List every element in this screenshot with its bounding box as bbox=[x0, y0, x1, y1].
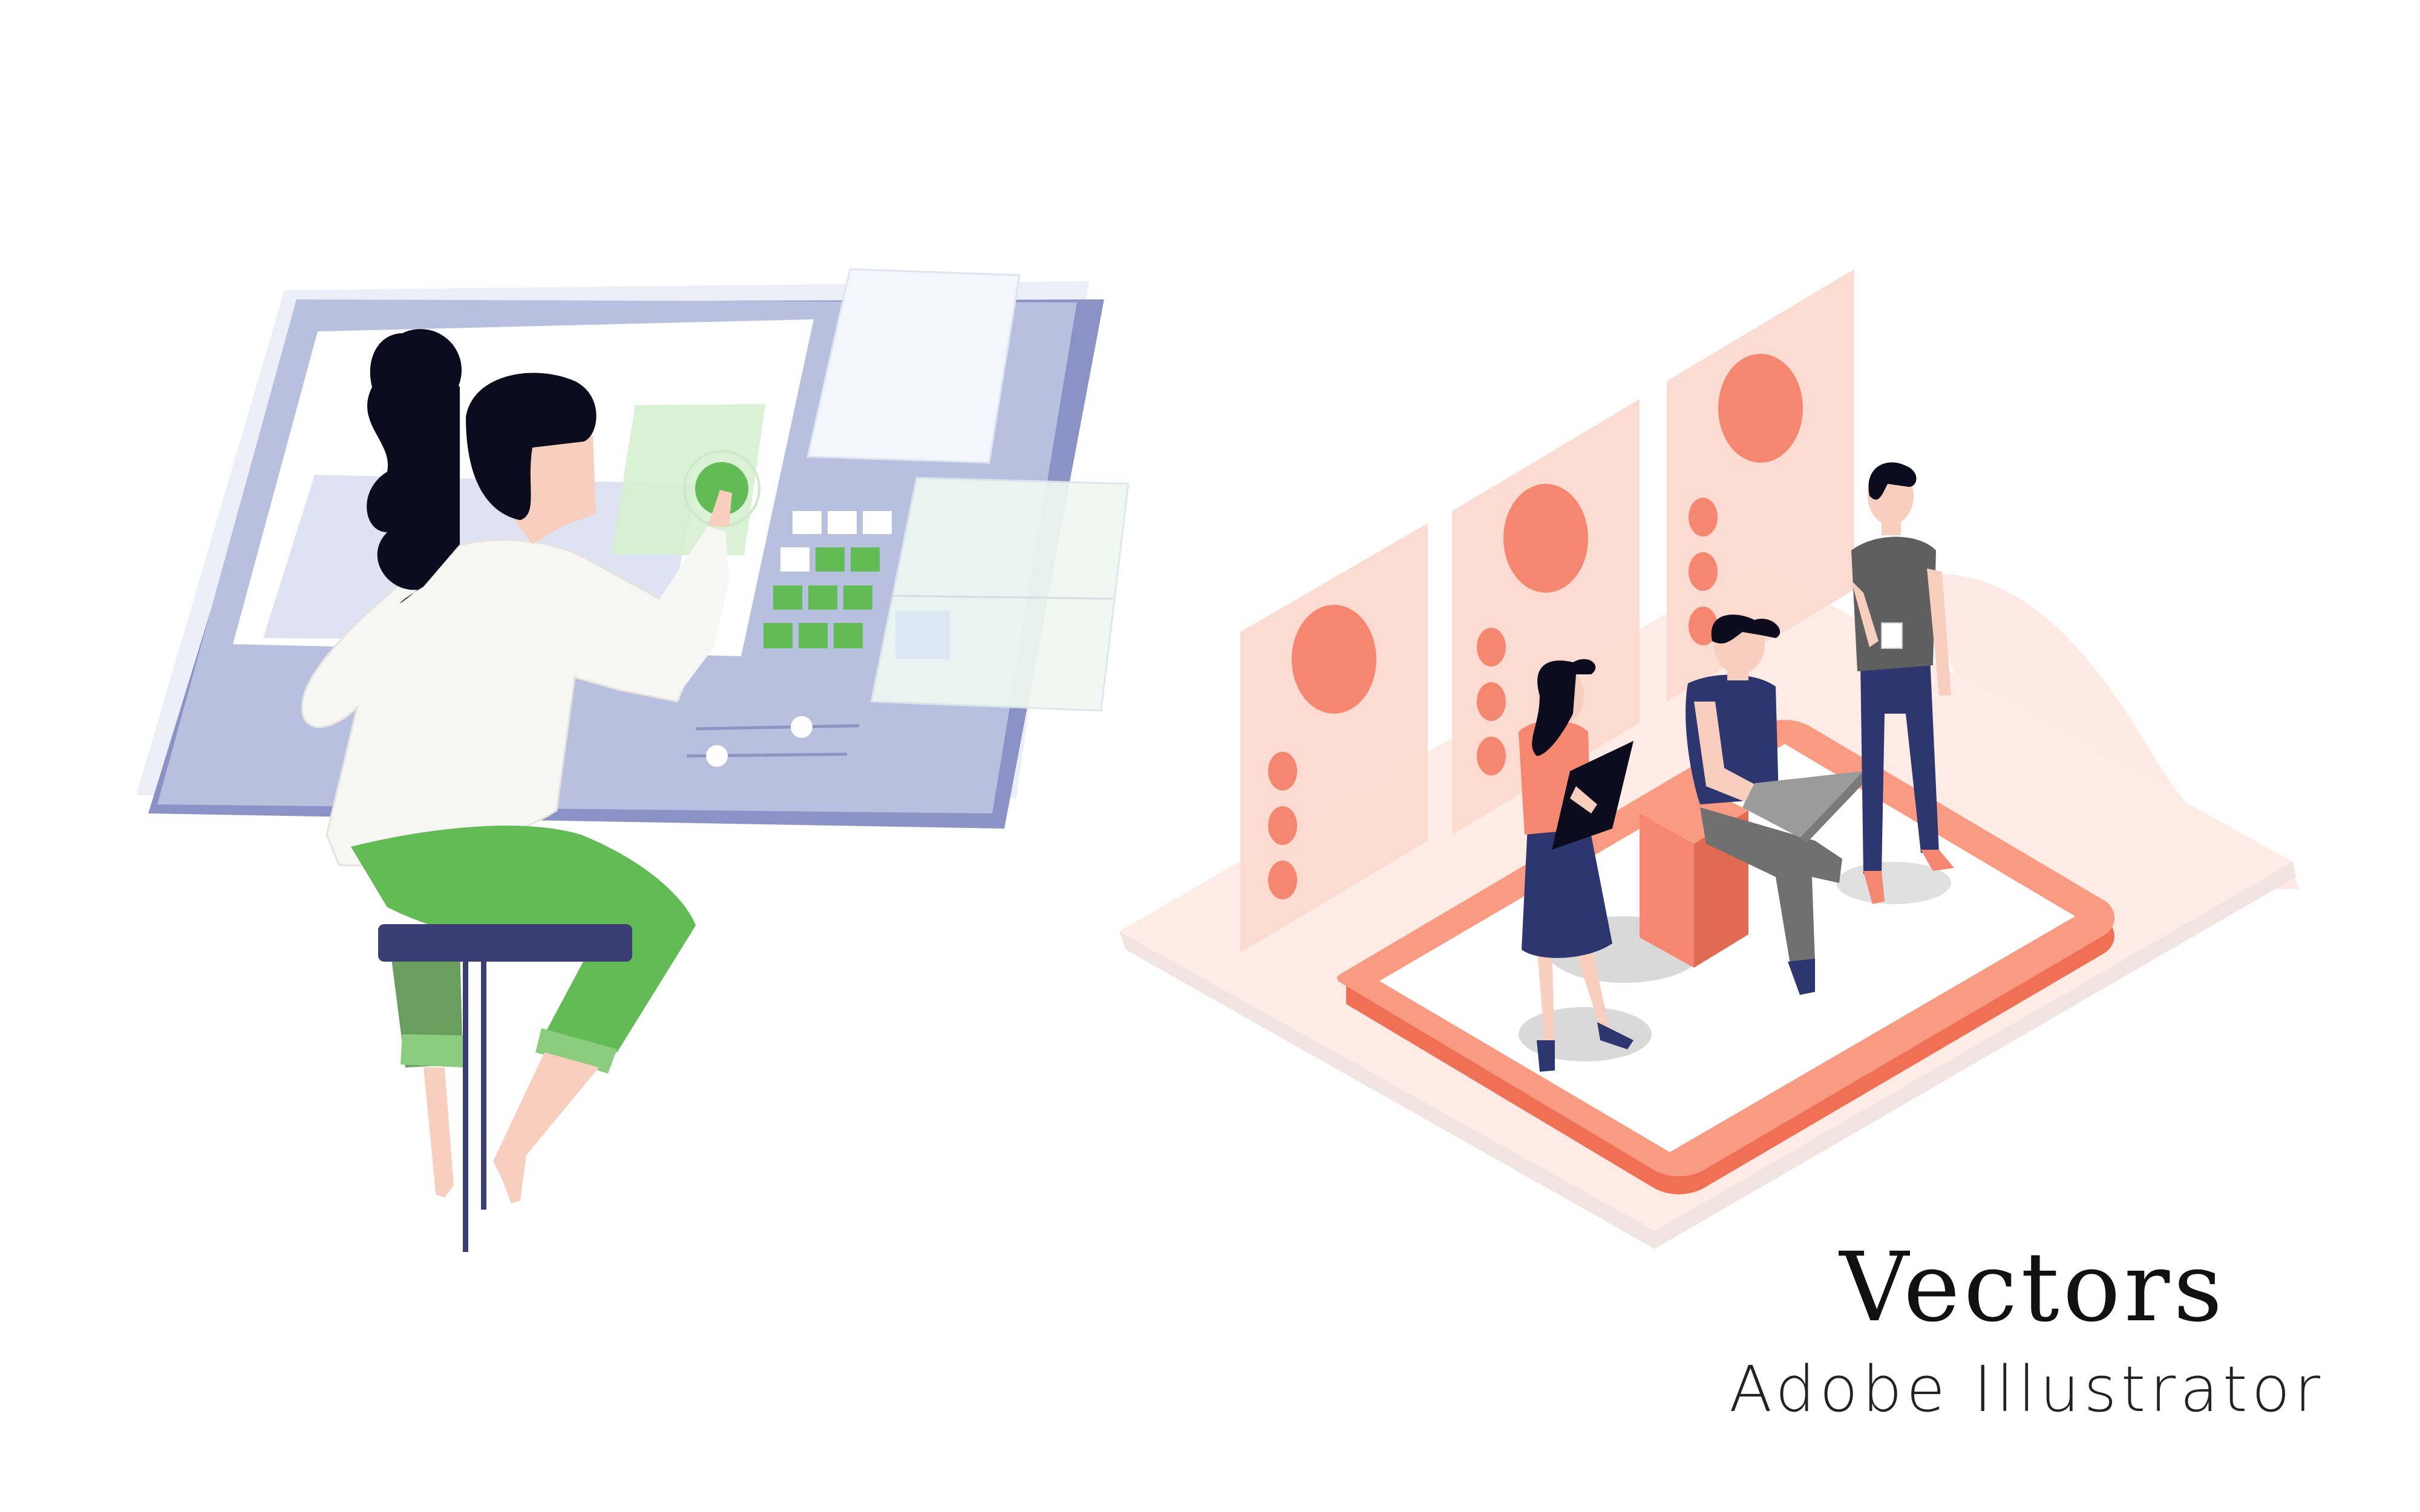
isometric-team-on-phone-illustration bbox=[1119, 269, 2299, 1249]
stool-leg bbox=[481, 956, 486, 1210]
bullet-icon bbox=[1477, 682, 1506, 721]
cube-seat bbox=[1640, 783, 1748, 968]
bullet-icon bbox=[1268, 752, 1297, 790]
bullet-icon bbox=[1477, 628, 1506, 666]
stool-seat bbox=[378, 924, 632, 962]
shoe bbox=[1537, 1040, 1555, 1072]
front-leg bbox=[493, 1052, 599, 1204]
floating-window-right bbox=[870, 477, 1130, 712]
avatar-icon bbox=[1718, 354, 1803, 463]
coffee-cup-icon bbox=[1881, 622, 1903, 649]
caption-subtitle: Adobe Illustrator bbox=[1728, 1352, 2324, 1426]
bullet-icon bbox=[1689, 498, 1718, 536]
bullet-icon bbox=[1689, 552, 1718, 591]
woman-at-control-panel-illustration bbox=[136, 268, 1130, 1252]
stool-leg bbox=[463, 956, 468, 1252]
window-thumbnail bbox=[895, 611, 950, 659]
bullet-icon bbox=[1268, 861, 1297, 899]
back-foot bbox=[424, 1067, 454, 1198]
avatar-icon bbox=[1292, 605, 1376, 714]
hair-top-icon bbox=[379, 329, 462, 411]
caption-title: Vectors bbox=[1839, 1232, 2226, 1343]
back-leg-cuff bbox=[401, 1034, 463, 1067]
avatar-icon bbox=[1503, 484, 1588, 593]
bullet-icon bbox=[1477, 737, 1506, 775]
bullet-icon bbox=[1268, 806, 1297, 845]
